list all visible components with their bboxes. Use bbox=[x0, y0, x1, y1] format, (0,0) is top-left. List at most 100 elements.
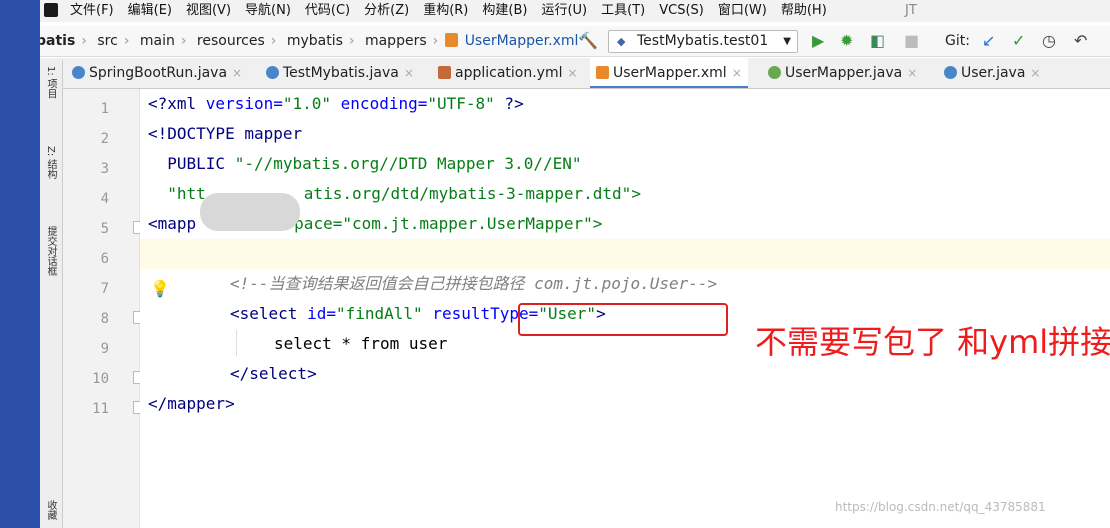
menu-vcs[interactable]: VCS(S) bbox=[659, 3, 704, 18]
chevron-right-icon: › bbox=[180, 33, 187, 49]
line-number: 9 bbox=[100, 341, 109, 357]
run-config-select[interactable]: ◆ TestMybatis.test01 ▼ bbox=[608, 30, 798, 53]
editor-tabs: SpringBootRun.java × TestMybatis.java × ap… bbox=[40, 58, 1110, 89]
watermark: https://blog.csdn.net/qq_43785881 bbox=[835, 500, 1046, 514]
tab-label: UserMapper.java bbox=[785, 65, 903, 81]
chevron-right-icon: › bbox=[123, 33, 130, 49]
tab-application-yml[interactable]: application.yml × bbox=[438, 58, 578, 88]
java-class-icon bbox=[72, 66, 85, 79]
close-icon[interactable]: × bbox=[732, 66, 742, 80]
code-line-2: <!DOCTYPE mapper bbox=[148, 124, 303, 143]
tab-label: SpringBootRun.java bbox=[89, 65, 228, 81]
code-line-11: </mapper> bbox=[148, 394, 235, 413]
xml-file-icon bbox=[444, 33, 458, 47]
run-icon[interactable]: ▶ bbox=[812, 31, 824, 50]
tab-usermapper-xml[interactable]: UserMapper.xml × bbox=[590, 58, 748, 88]
menu-help[interactable]: 帮助(H) bbox=[781, 3, 827, 18]
line-number-gutter: 1 2 3 4 5 6 7 8 9 10 11 bbox=[63, 89, 144, 528]
tab-label: application.yml bbox=[455, 65, 563, 81]
menu-file[interactable]: 文件(F) bbox=[70, 3, 114, 18]
history-icon[interactable]: ◷ bbox=[1042, 31, 1056, 50]
breadcrumb-item[interactable]: mappers bbox=[365, 33, 427, 49]
git-update-icon[interactable]: ↙ bbox=[982, 31, 995, 50]
stop-icon[interactable]: ■ bbox=[904, 31, 919, 50]
breadcrumb-item[interactable]: src bbox=[97, 33, 117, 49]
code-line-1: <?xml version="1.0" encoding="UTF-8" ?> bbox=[148, 94, 524, 113]
yml-file-icon bbox=[438, 66, 451, 79]
app-icon bbox=[44, 3, 58, 17]
run-config-icon: ◆ bbox=[617, 35, 626, 48]
tab-label: UserMapper.xml bbox=[613, 65, 727, 81]
git-commit-icon[interactable]: ✓ bbox=[1012, 31, 1025, 50]
hammer-icon[interactable]: 🔨 bbox=[578, 31, 598, 50]
menu-window[interactable]: 窗口(W) bbox=[718, 3, 767, 18]
ide-window: 文件(F) 编辑(E) 视图(V) 导航(N) 代码(C) 分析(Z) 重构(R) 构建(B)… bbox=[40, 0, 1110, 528]
lightbulb-icon[interactable]: 💡 bbox=[150, 279, 170, 298]
menu-code[interactable]: 代码(C) bbox=[305, 3, 350, 18]
breadcrumb-item[interactable]: mybatis bbox=[287, 33, 343, 49]
breadcrumb-item-current[interactable]: UserMapper.xml bbox=[465, 33, 579, 49]
favorites-panel-button[interactable]: 收藏 bbox=[43, 500, 58, 520]
coverage-icon[interactable]: ◧ bbox=[870, 31, 885, 50]
close-icon[interactable]: × bbox=[568, 66, 578, 80]
tab-usermapper-java[interactable]: UserMapper.java × bbox=[768, 58, 917, 88]
highlight-box bbox=[518, 303, 728, 336]
line-number: 6 bbox=[100, 251, 109, 267]
line-number: 8 bbox=[100, 311, 109, 327]
close-icon[interactable]: × bbox=[232, 66, 242, 80]
chevron-down-icon: ▼ bbox=[783, 36, 791, 47]
line-number: 10 bbox=[92, 371, 109, 387]
chevron-right-icon: › bbox=[432, 33, 439, 49]
menu-view[interactable]: 视图(V) bbox=[186, 3, 231, 18]
tab-label: User.java bbox=[961, 65, 1026, 81]
menu-build[interactable]: 构建(B) bbox=[482, 3, 527, 18]
code-line-3: PUBLIC "-//mybatis.org//DTD Mapper 3.0//… bbox=[148, 154, 582, 173]
menu-edit[interactable]: 编辑(E) bbox=[128, 3, 172, 18]
menu-run[interactable]: 运行(U) bbox=[541, 3, 587, 18]
line-number: 5 bbox=[100, 221, 109, 237]
breadcrumb-item[interactable]: batis bbox=[40, 33, 75, 49]
run-config-label: TestMybatis.test01 bbox=[637, 33, 769, 49]
menu-analyze[interactable]: 分析(Z) bbox=[364, 3, 409, 18]
menu-refactor[interactable]: 重构(R) bbox=[423, 3, 468, 18]
window-title: JT bbox=[905, 3, 917, 18]
project-panel-button[interactable]: 1: 项目 bbox=[43, 66, 58, 99]
menu-bar: 文件(F) 编辑(E) 视图(V) 导航(N) 代码(C) 分析(Z) 重构(R) 构建(B)… bbox=[40, 0, 1110, 22]
tab-springbootrun[interactable]: SpringBootRun.java × bbox=[72, 58, 242, 88]
structure-panel-button[interactable]: Z: 结构 bbox=[43, 146, 58, 179]
close-icon[interactable]: × bbox=[1030, 66, 1040, 80]
code-line-9: select * from user bbox=[274, 334, 448, 353]
breadcrumb: batis › src › main › resources › mybatis › ma… bbox=[40, 26, 582, 56]
blurred-region bbox=[200, 193, 300, 231]
annotation-text: 不需要写包了 和yml拼接 bbox=[755, 323, 1110, 361]
close-icon[interactable]: × bbox=[404, 66, 414, 80]
java-class-icon bbox=[944, 66, 957, 79]
line-number: 2 bbox=[100, 131, 109, 147]
chevron-right-icon: › bbox=[348, 33, 355, 49]
undo-icon[interactable]: ↶ bbox=[1074, 31, 1087, 50]
breadcrumb-item[interactable]: main bbox=[140, 33, 175, 49]
left-tool-stripe: 1: 项目 Z: 结构 提交对话框 收藏 bbox=[40, 60, 63, 528]
debug-icon[interactable]: ✹ bbox=[840, 31, 853, 50]
chevron-right-icon: › bbox=[81, 33, 87, 49]
navigation-bar: batis › src › main › resources › mybatis › ma… bbox=[40, 26, 1110, 57]
close-icon[interactable]: × bbox=[907, 66, 917, 80]
git-label: Git: bbox=[945, 33, 970, 49]
tab-label: TestMybatis.java bbox=[283, 65, 399, 81]
line-number: 11 bbox=[92, 401, 109, 417]
commit-panel-button[interactable]: 提交对话框 bbox=[43, 226, 58, 276]
java-interface-icon bbox=[768, 66, 781, 79]
breadcrumb-item[interactable]: resources bbox=[197, 33, 265, 49]
indent-guide bbox=[236, 330, 237, 356]
java-class-icon bbox=[266, 66, 279, 79]
line-number: 1 bbox=[100, 101, 109, 117]
code-line-10: </select> bbox=[230, 364, 317, 383]
current-line-highlight bbox=[140, 239, 1110, 269]
tab-user-java[interactable]: User.java × bbox=[944, 58, 1040, 88]
menu-tools[interactable]: 工具(T) bbox=[601, 3, 645, 18]
code-line-7: <!--当查询结果返回值会自己拼接包路径 com.jt.pojo.User--> bbox=[230, 274, 718, 293]
menu-navigate[interactable]: 导航(N) bbox=[245, 3, 291, 18]
tab-testmybatis[interactable]: TestMybatis.java × bbox=[266, 58, 414, 88]
code-editor[interactable]: <?xml version="1.0" encoding="UTF-8" ?> … bbox=[140, 89, 1110, 528]
xml-file-icon bbox=[596, 66, 609, 79]
